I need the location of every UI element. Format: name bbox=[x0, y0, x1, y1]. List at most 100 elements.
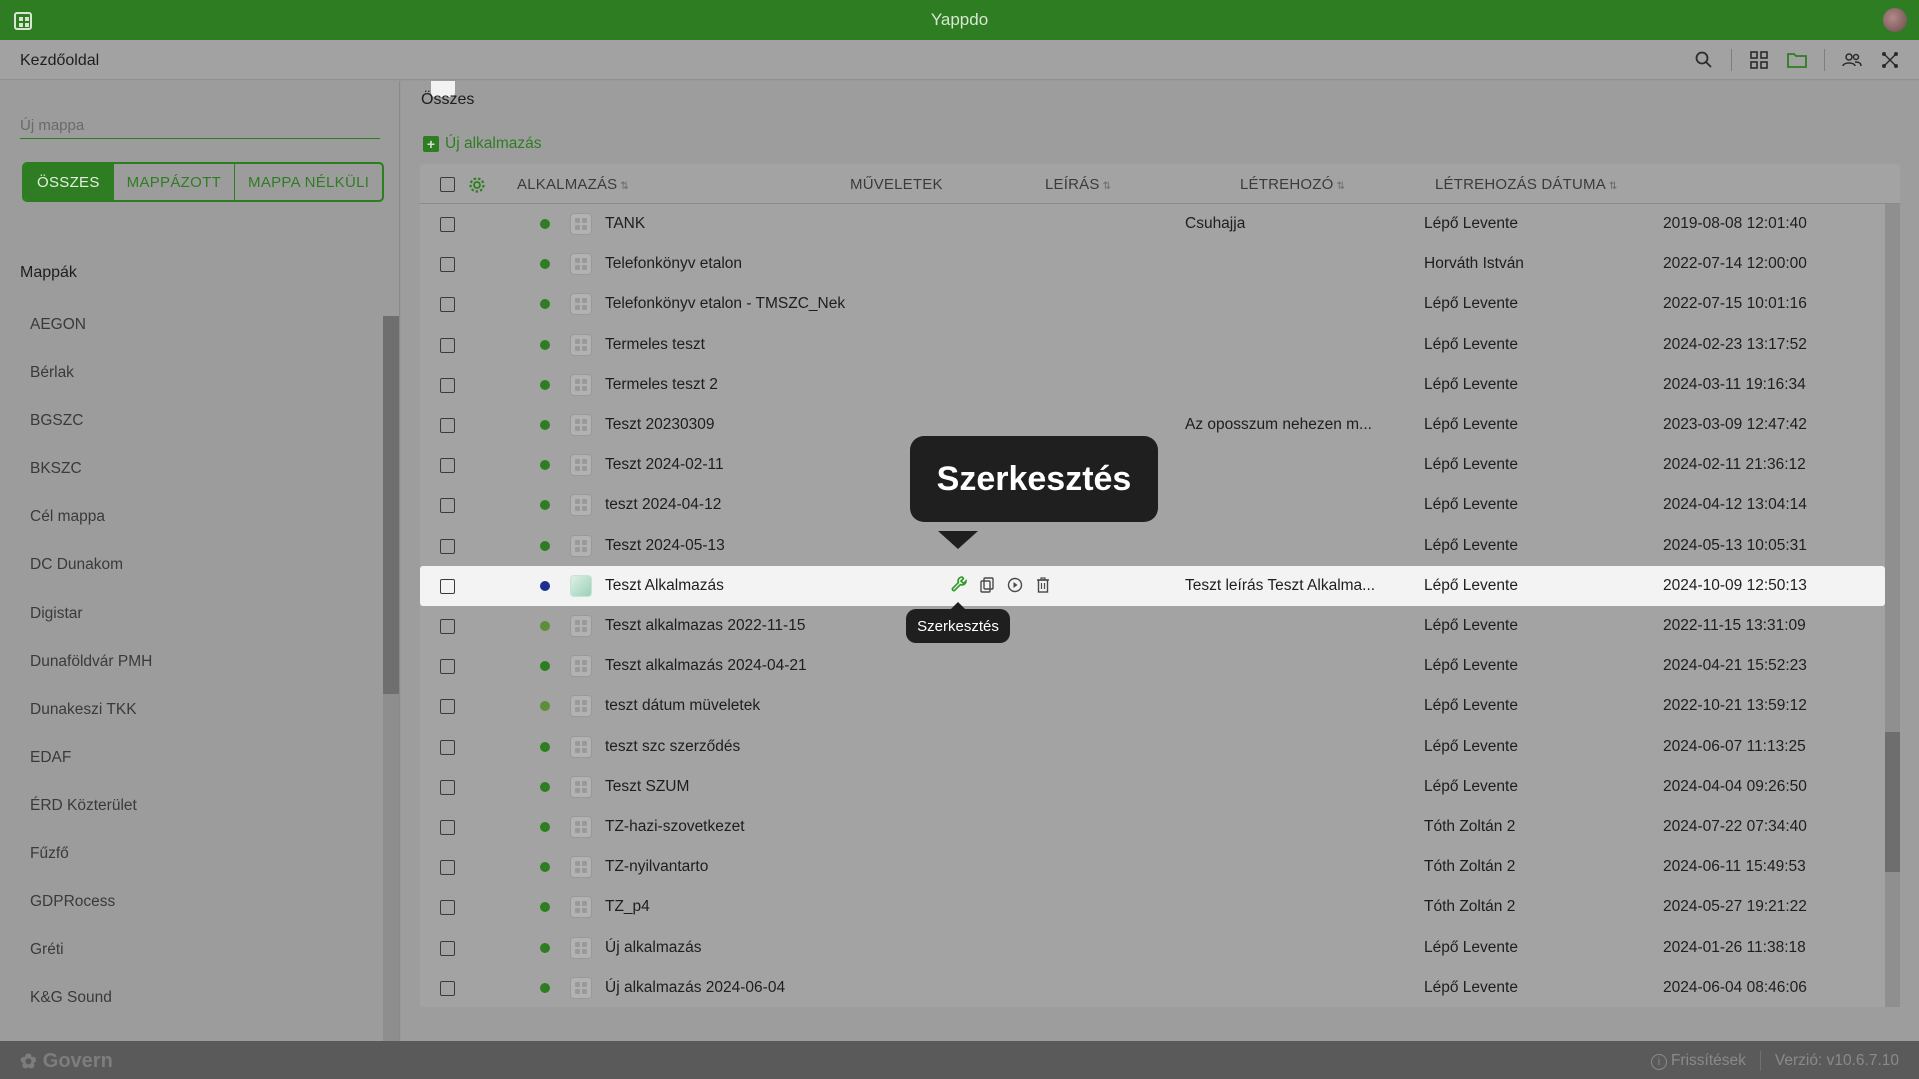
app-name[interactable]: Új alkalmazás 2024-06-04 bbox=[605, 979, 785, 997]
row-checkbox[interactable] bbox=[440, 297, 455, 313]
filter-foldered-button[interactable]: MAPPÁZOTT bbox=[112, 164, 234, 200]
column-header-created[interactable]: LÉTREHOZÁS DÁTUMA ⇅ bbox=[1435, 176, 1618, 193]
column-header-app[interactable]: ALKALMAZÁS ⇅ bbox=[517, 176, 629, 193]
table-row[interactable]: Termeles teszt Lépő Levente 2024-02-23 13:… bbox=[420, 325, 1885, 365]
select-all-checkbox[interactable] bbox=[440, 177, 455, 192]
row-checkbox[interactable] bbox=[440, 418, 455, 433]
row-checkbox[interactable] bbox=[440, 659, 455, 675]
row-checkbox[interactable] bbox=[440, 940, 455, 956]
table-row[interactable]: Teszt SZUM Lépő Levente 2024-04-04 09:26:5… bbox=[420, 767, 1885, 807]
copy-icon[interactable] bbox=[978, 576, 996, 594]
table-row[interactable]: teszt szc szerződés Lépő Levente 2024-06-0… bbox=[420, 727, 1885, 767]
row-checkbox[interactable] bbox=[440, 578, 455, 594]
app-name[interactable]: Telefonkönyv etalon - TMSZC_Nek bbox=[605, 295, 845, 313]
folder-item[interactable]: K&G Sound bbox=[30, 989, 152, 1037]
folder-item[interactable]: EDAF bbox=[30, 749, 152, 797]
row-checkbox[interactable] bbox=[440, 217, 455, 232]
row-checkbox[interactable] bbox=[440, 900, 455, 916]
network-icon[interactable] bbox=[1879, 49, 1901, 71]
trash-icon[interactable] bbox=[1034, 576, 1052, 594]
app-name[interactable]: teszt 2024-04-12 bbox=[605, 496, 721, 514]
filter-unfoldered-button[interactable]: MAPPA NÉLKÜLI bbox=[234, 164, 382, 200]
app-name[interactable]: Új alkalmazás bbox=[605, 939, 701, 957]
folder-item[interactable]: Bérlak bbox=[30, 364, 152, 412]
users-icon[interactable] bbox=[1841, 49, 1863, 71]
folder-item[interactable]: ÉRD Közterület bbox=[30, 797, 152, 845]
table-row[interactable]: Telefonkönyv etalon - TMSZC_Nek Lépő Leve… bbox=[420, 284, 1885, 324]
new-app-button[interactable]: + Új alkalmazás bbox=[423, 135, 541, 153]
table-row[interactable]: Teszt alkalmazas 2022-11-15 Lépő Levente 2… bbox=[420, 606, 1885, 646]
app-name[interactable]: TZ_p4 bbox=[605, 898, 650, 916]
updates-link[interactable]: i Frissítések bbox=[1650, 1052, 1746, 1070]
table-scrollbar-track[interactable] bbox=[1885, 204, 1900, 1007]
tab-all[interactable]: Összes bbox=[421, 91, 474, 109]
app-name[interactable]: TANK bbox=[605, 215, 645, 233]
folder-item[interactable]: Cél mappa bbox=[30, 508, 152, 556]
row-checkbox[interactable] bbox=[440, 779, 455, 795]
app-name[interactable]: Termeles teszt bbox=[605, 336, 705, 354]
table-row[interactable]: Új alkalmazás Lépő Levente 2024-01-26 11:3… bbox=[420, 928, 1885, 968]
row-checkbox[interactable] bbox=[440, 498, 455, 514]
column-header-creator[interactable]: LÉTREHOZÓ ⇅ bbox=[1240, 176, 1345, 193]
new-folder-input[interactable]: Új mappa bbox=[20, 117, 380, 139]
folder-item[interactable]: Gréti bbox=[30, 941, 152, 989]
row-checkbox[interactable] bbox=[440, 337, 455, 353]
app-name[interactable]: Teszt alkalmazás 2024-04-21 bbox=[605, 657, 807, 675]
table-row[interactable]: Telefonkönyv etalon Horváth István 2022-07… bbox=[420, 244, 1885, 284]
app-name[interactable]: Teszt 20230309 bbox=[605, 416, 714, 434]
row-checkbox[interactable] bbox=[440, 860, 455, 876]
app-name[interactable]: Teszt 2024-02-11 bbox=[605, 456, 724, 474]
row-checkbox[interactable] bbox=[440, 538, 455, 554]
row-checkbox[interactable] bbox=[440, 980, 455, 996]
folder-icon[interactable] bbox=[1786, 49, 1808, 71]
app-name[interactable]: Teszt 2024-05-13 bbox=[605, 537, 725, 555]
wrench-icon[interactable] bbox=[950, 576, 968, 594]
app-grid-icon[interactable] bbox=[14, 12, 32, 30]
folder-item[interactable]: AEGON bbox=[30, 316, 152, 364]
table-row[interactable]: Teszt alkalmazás 2024-04-21 Lépő Levente 2… bbox=[420, 646, 1885, 686]
avatar[interactable] bbox=[1883, 8, 1907, 32]
app-name[interactable]: Teszt alkalmazas 2022-11-15 bbox=[605, 617, 805, 635]
filter-all-button[interactable]: ÖSSZES bbox=[24, 164, 113, 200]
table-scrollbar-thumb[interactable] bbox=[1885, 732, 1900, 872]
table-row[interactable]: Új alkalmazás 2024-06-04 Lépő Levente 2024… bbox=[420, 968, 1885, 1008]
table-row[interactable]: teszt dátum müveletek Lépő Levente 2022-10… bbox=[420, 686, 1885, 726]
breadcrumb-home[interactable]: Kezdőoldal bbox=[20, 52, 99, 70]
folder-item[interactable]: Dunaföldvár PMH bbox=[30, 653, 152, 701]
sidebar-scrollbar-thumb[interactable] bbox=[383, 316, 399, 694]
folder-item[interactable]: BGSZC bbox=[30, 412, 152, 460]
table-row[interactable]: TZ-hazi-szovetkezet Tóth Zoltán 2 2024-07-… bbox=[420, 807, 1885, 847]
row-checkbox[interactable] bbox=[440, 458, 455, 474]
folder-item[interactable]: DC Dunakom bbox=[30, 556, 152, 604]
row-checkbox[interactable] bbox=[440, 377, 455, 393]
table-row[interactable]: Teszt 2024-05-13 Lépő Levente 2024-05-13 1… bbox=[420, 526, 1885, 566]
row-checkbox[interactable] bbox=[440, 257, 455, 273]
row-checkbox[interactable] bbox=[440, 619, 455, 634]
table-row[interactable]: TZ_p4 Tóth Zoltán 2 2024-05-27 19:21:22 bbox=[420, 887, 1885, 927]
folder-item[interactable]: BKSZC bbox=[30, 460, 152, 508]
app-name[interactable]: teszt dátum müveletek bbox=[605, 697, 760, 715]
folder-item[interactable]: Digistar bbox=[30, 605, 152, 653]
table-row[interactable]: TZ-nyilvantarto Tóth Zoltán 2 2024-06-11 1… bbox=[420, 847, 1885, 887]
row-checkbox[interactable] bbox=[440, 739, 455, 755]
app-name[interactable]: Teszt SZUM bbox=[605, 778, 689, 796]
app-name[interactable]: Teszt Alkalmazás bbox=[605, 577, 724, 595]
search-icon[interactable] bbox=[1693, 49, 1715, 71]
row-checkbox[interactable] bbox=[440, 699, 455, 715]
play-icon[interactable] bbox=[1006, 576, 1024, 594]
table-row[interactable]: Termeles teszt 2 Lépő Levente 2024-03-11 1… bbox=[420, 365, 1885, 405]
folder-item[interactable]: GDPRocess bbox=[30, 893, 152, 941]
app-name[interactable]: teszt szc szerződés bbox=[605, 738, 740, 756]
app-name[interactable]: TZ-nyilvantarto bbox=[605, 858, 708, 876]
row-checkbox[interactable] bbox=[440, 820, 455, 835]
app-name[interactable]: Termeles teszt 2 bbox=[605, 376, 718, 394]
table-row[interactable]: Teszt Alkalmazás Teszt leírás Teszt Alkal… bbox=[420, 565, 1885, 606]
table-row[interactable]: TANK Csuhajja Lépő Levente 2019-08-08 12:01… bbox=[420, 204, 1885, 244]
app-name[interactable]: Telefonkönyv etalon bbox=[605, 255, 742, 273]
folder-item[interactable]: Fűzfő bbox=[30, 845, 152, 893]
grid-view-icon[interactable] bbox=[1748, 49, 1770, 71]
app-name[interactable]: TZ-hazi-szovetkezet bbox=[605, 818, 745, 836]
gear-icon[interactable] bbox=[468, 176, 486, 194]
folder-item[interactable]: Dunakeszi TKK bbox=[30, 701, 152, 749]
column-header-description[interactable]: LEÍRÁS ⇅ bbox=[1045, 176, 1111, 193]
